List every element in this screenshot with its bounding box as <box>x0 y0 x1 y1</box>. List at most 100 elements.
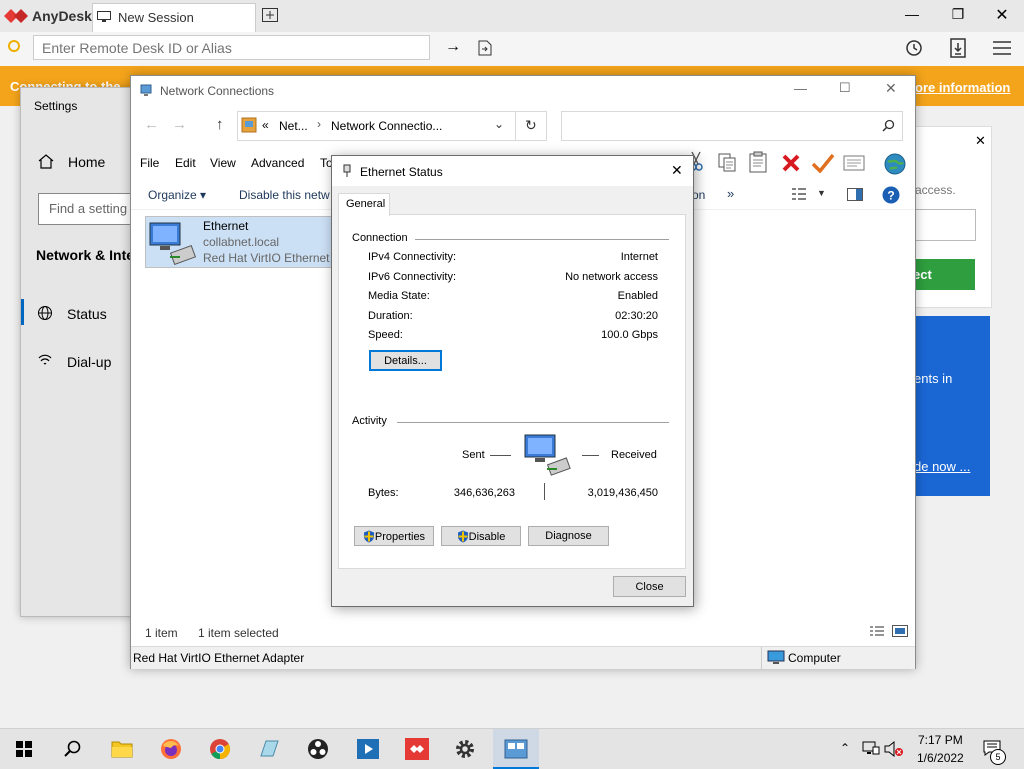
speed-value: 100.0 Gbps <box>601 329 658 341</box>
network-activity-icon <box>524 434 571 476</box>
nc-maximize-button[interactable]: ☐ <box>839 80 851 96</box>
ethernet-status-dialog: Ethernet Status ✕ General Connection IPv… <box>331 155 694 607</box>
nav-dial-up[interactable]: Dial-up <box>67 354 111 370</box>
firefox-icon[interactable] <box>160 738 182 760</box>
media-player-icon[interactable] <box>356 738 380 760</box>
checkmark-icon[interactable] <box>811 153 835 173</box>
search-icon <box>882 119 895 132</box>
settings-section-title: Network & Inte <box>36 247 135 263</box>
card-close-icon[interactable]: ✕ <box>975 133 986 149</box>
delete-icon[interactable] <box>781 153 801 173</box>
preview-pane-icon[interactable] <box>847 188 863 201</box>
promo-link[interactable]: de now ... <box>914 459 970 474</box>
ipv4-value: Internet <box>620 251 658 263</box>
volume-muted-icon[interactable] <box>884 741 904 757</box>
network-connections-taskbar-button[interactable] <box>493 729 539 769</box>
download-icon[interactable] <box>950 38 966 58</box>
file-transfer-icon[interactable] <box>478 40 492 56</box>
clock-time[interactable]: 7:17 PM <box>918 733 963 747</box>
forward-icon[interactable]: → <box>172 116 187 133</box>
close-button[interactable]: Close <box>613 576 686 597</box>
remote-id-input[interactable] <box>33 35 430 60</box>
help-icon[interactable]: ? <box>882 186 900 204</box>
monitor-icon <box>97 11 111 22</box>
uac-shield-icon <box>457 530 468 542</box>
chevron-down-icon[interactable]: ⌄ <box>494 117 504 131</box>
back-icon[interactable]: ← <box>144 116 159 133</box>
large-icons-view-icon[interactable] <box>892 625 908 637</box>
close-button[interactable]: ✕ <box>992 5 1012 25</box>
arrow-right-icon[interactable]: → <box>445 38 461 56</box>
clock-date[interactable]: 1/6/2022 <box>917 751 964 765</box>
ipv6-value: No network access <box>565 271 658 283</box>
network-tray-icon[interactable] <box>862 741 880 756</box>
connect-button[interactable]: ect <box>913 259 975 290</box>
refresh-button[interactable]: ↻ <box>515 111 547 141</box>
file-explorer-icon[interactable] <box>111 739 133 758</box>
divider <box>397 422 669 423</box>
details-view-icon[interactable] <box>869 625 885 637</box>
windows-start-icon[interactable] <box>16 741 32 757</box>
search-icon[interactable] <box>64 740 82 758</box>
command-overflow-label[interactable]: on <box>692 188 705 202</box>
history-icon[interactable] <box>905 39 923 57</box>
menu-advanced[interactable]: Advanced <box>251 156 304 170</box>
properties-icon[interactable] <box>843 155 865 171</box>
tab-new-session[interactable]: New Session <box>92 3 256 32</box>
card-input[interactable] <box>913 209 976 241</box>
ethernet-connection-item[interactable]: Ethernet collabnet.local Red Hat VirtIO … <box>145 216 337 268</box>
obs-icon[interactable] <box>307 738 329 760</box>
settings-gear-icon[interactable] <box>454 738 476 760</box>
anydesk-titlebar: AnyDesk New Session — ❐ ✕ <box>0 0 1024 32</box>
disable-network-button[interactable]: Disable this netw <box>239 188 330 202</box>
search-box[interactable] <box>561 111 903 141</box>
menu-edit[interactable]: Edit <box>175 156 196 170</box>
ethernet-plug-icon <box>343 164 351 177</box>
divider <box>544 483 545 500</box>
diagnose-button[interactable]: Diagnose <box>528 526 609 546</box>
connection-adapter: Red Hat VirtIO Ethernet A <box>203 251 336 265</box>
ipv4-label: IPv4 Connectivity: <box>368 251 457 263</box>
copy-icon[interactable] <box>717 152 737 172</box>
view-options-icon[interactable] <box>791 187 807 201</box>
breadcrumb-overflow[interactable]: « <box>262 118 269 132</box>
menu-file[interactable]: File <box>140 156 159 170</box>
connection-name: Ethernet <box>203 219 249 233</box>
organize-button[interactable]: Organize ▾ <box>148 188 206 202</box>
restore-button[interactable]: ❐ <box>948 6 968 23</box>
minimize-button[interactable]: — <box>902 6 922 22</box>
chevron-up-icon[interactable]: ⌃ <box>840 741 850 755</box>
globe-network-icon[interactable] <box>883 152 907 176</box>
anydesk-taskbar-icon[interactable] <box>405 738 429 760</box>
uac-shield-icon <box>363 530 374 542</box>
up-icon[interactable]: ↑ <box>216 116 224 133</box>
chrome-icon[interactable] <box>209 738 231 760</box>
speed-label: Speed: <box>368 329 403 341</box>
bytes-label: Bytes: <box>368 487 399 499</box>
more-information-link[interactable]: ore information <box>915 80 1010 95</box>
new-tab-icon[interactable] <box>262 8 278 22</box>
view-dropdown-icon[interactable]: ▼ <box>817 188 826 198</box>
settings-search-input[interactable]: Find a setting <box>38 193 142 225</box>
breadcrumb-item[interactable]: Network Connectio... <box>331 119 442 133</box>
breadcrumb-item[interactable]: Net... <box>279 119 308 133</box>
item-count: 1 item <box>145 626 178 640</box>
notepad-icon[interactable] <box>258 738 280 760</box>
anydesk-address-bar: → <box>0 32 1024 67</box>
disable-button[interactable]: Disable <box>441 526 521 546</box>
details-button[interactable]: Details... <box>369 350 442 371</box>
dialog-close-icon[interactable]: ✕ <box>671 162 683 179</box>
tab-general[interactable]: General <box>338 193 390 216</box>
window-title: Network Connections <box>160 84 275 98</box>
menu-icon[interactable] <box>993 41 1011 55</box>
properties-button[interactable]: Properties <box>354 526 434 546</box>
nav-status[interactable]: Status <box>67 306 107 322</box>
nc-close-button[interactable]: ✕ <box>885 80 897 97</box>
menu-view[interactable]: View <box>210 156 236 170</box>
dialog-titlebar: Ethernet Status ✕ <box>332 156 693 186</box>
settings-home[interactable]: Home <box>68 154 105 170</box>
more-commands-icon[interactable]: » <box>727 186 734 201</box>
paste-icon[interactable] <box>748 151 768 173</box>
address-bar[interactable]: « Net... › Network Connectio... ⌄ <box>237 111 517 141</box>
nc-minimize-button[interactable]: — <box>794 81 807 96</box>
